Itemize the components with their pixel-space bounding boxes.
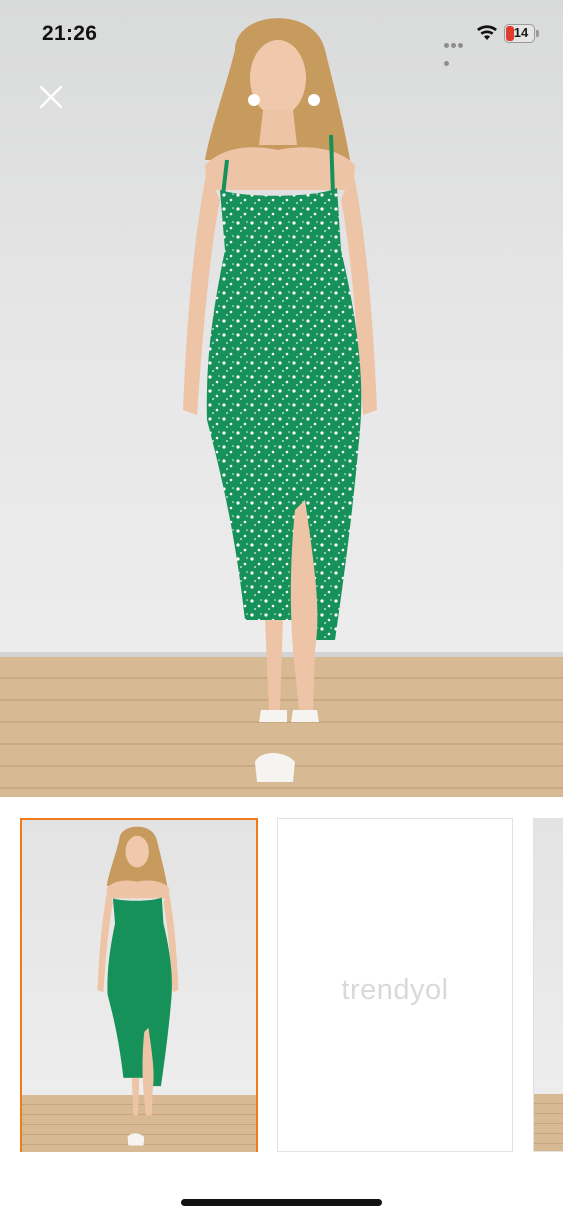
thumbnail-model-image (97, 826, 179, 1146)
brand-placeholder-logo: trendyol (341, 974, 449, 1006)
status-bar: 21:26 14 (0, 0, 563, 66)
wifi-icon (477, 25, 497, 40)
thumbnail-floor (534, 1094, 563, 1151)
signal-icon (444, 35, 470, 66)
status-time: 21:26 (42, 22, 98, 45)
thumbnail-1[interactable] (20, 818, 258, 1152)
battery-icon: 14 (504, 24, 539, 43)
main-product-image[interactable]: 21:26 14 (0, 0, 563, 797)
thumbnail-strip[interactable]: trendyol (0, 818, 563, 1152)
close-icon[interactable] (36, 82, 66, 112)
battery-level: 14 (513, 25, 529, 40)
model-figure (183, 18, 377, 782)
home-indicator[interactable] (181, 1199, 382, 1206)
thumbnail-2-placeholder[interactable]: trendyol (277, 818, 513, 1152)
thumbnail-3[interactable] (533, 818, 563, 1152)
